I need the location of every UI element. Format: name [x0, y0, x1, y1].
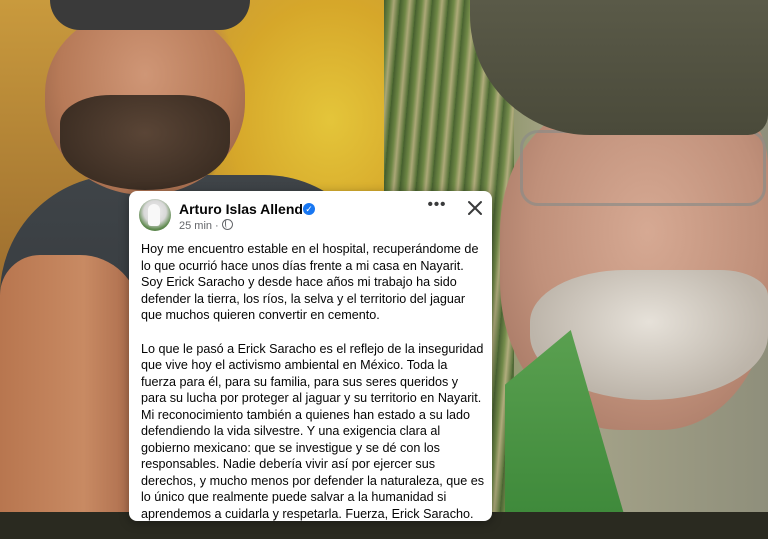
post-paragraph: Hoy me encuentro estable en el hospital,… — [141, 242, 479, 322]
post-paragraph: Lo que le pasó a Erick Saracho es el ref… — [141, 341, 485, 521]
avatar-horse-image — [148, 204, 160, 226]
more-options-button[interactable]: ••• — [425, 197, 449, 219]
close-button[interactable] — [464, 197, 486, 219]
post-time[interactable]: 25 min — [179, 220, 212, 232]
post-body: Hoy me encuentro estable en el hospital,… — [141, 241, 485, 539]
globe-icon[interactable] — [221, 219, 233, 230]
left-photo-arm — [0, 255, 140, 512]
left-photo-beard — [60, 95, 230, 190]
close-icon — [468, 201, 482, 215]
author-name[interactable]: Arturo Islas Allende — [179, 201, 311, 217]
left-photo-cap — [50, 0, 250, 30]
post-card: Arturo Islas Allende ✓ 25 min · ••• Hoy m… — [129, 191, 492, 521]
right-photo-glasses — [520, 130, 766, 206]
author-avatar[interactable] — [139, 199, 171, 231]
post-meta: 25 min · — [179, 219, 233, 232]
verified-badge-icon: ✓ — [303, 203, 315, 215]
meta-separator: · — [215, 220, 219, 232]
